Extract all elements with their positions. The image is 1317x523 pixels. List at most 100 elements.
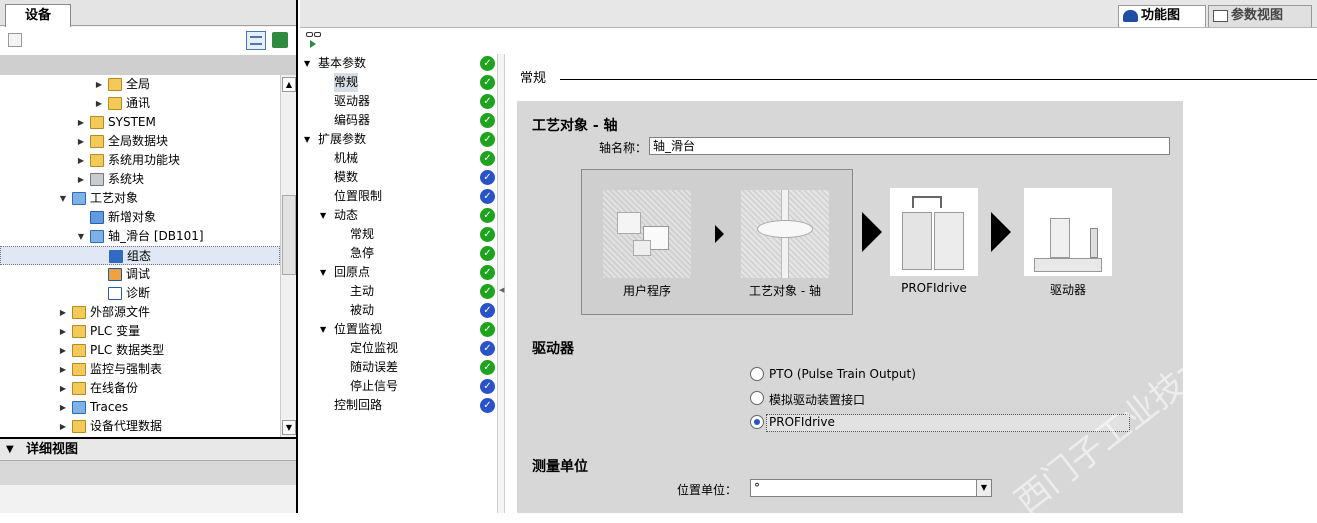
nav-item[interactable]: ▼ 位置监视 ✓	[300, 320, 496, 339]
tree-item[interactable]: ▶ 在线备份	[0, 379, 280, 398]
tree-item[interactable]: 新增对象	[0, 208, 280, 227]
nav-item-label: 回原点	[334, 265, 371, 279]
tree-item[interactable]: ▼ 轴_滑台 [DB101]	[0, 227, 280, 246]
drive-option-profidrive-label[interactable]: PROFIdrive	[769, 415, 835, 429]
tab-function-view[interactable]: 功能图	[1118, 5, 1206, 27]
folder-icon	[90, 154, 104, 167]
expand-arrow-icon[interactable]: ▶	[76, 132, 86, 151]
nav-item[interactable]: 位置限制 ✓	[300, 187, 496, 206]
collapse-arrow-icon[interactable]: ▼	[320, 206, 326, 225]
tree-item[interactable]: ▶ 系统块	[0, 170, 280, 189]
tree-scrollbar[interactable]: ▲ ▼	[280, 75, 296, 437]
scroll-down-icon[interactable]: ▼	[282, 420, 296, 435]
chevron-down-icon[interactable]: ▼	[976, 480, 991, 496]
expand-arrow-icon[interactable]: ▶	[58, 398, 68, 417]
tree-item[interactable]: ▶ PLC 变量	[0, 322, 280, 341]
nav-item[interactable]: 随动误差 ✓	[300, 358, 496, 377]
splitter-arrow-icon[interactable]: ◀	[499, 286, 504, 294]
function-view-icon	[1123, 10, 1138, 22]
expand-arrow-icon[interactable]: ▶	[58, 379, 68, 398]
folder-icon	[72, 382, 86, 395]
nav-item-label: 主动	[350, 284, 375, 298]
nav-item[interactable]: ▼ 扩展参数 ✓	[300, 130, 496, 149]
collapse-arrow-icon[interactable]: ▼	[304, 54, 310, 73]
expand-arrow-icon[interactable]: ▶	[76, 151, 86, 170]
collapse-icon[interactable]: ▼	[6, 439, 14, 461]
tree-item[interactable]: ▶ 全局数据块	[0, 132, 280, 151]
nav-item[interactable]: ▼ 动态 ✓	[300, 206, 496, 225]
tree-item-label: 新增对象	[108, 210, 157, 224]
tree-item[interactable]: ▶ SYSTEM	[0, 113, 280, 132]
nav-item[interactable]: 模数 ✓	[300, 168, 496, 187]
tree-item-label: 调试	[126, 267, 151, 281]
nav-item[interactable]: 常规 ✓	[300, 73, 496, 92]
status-ok-icon: ✓	[480, 94, 495, 109]
nav-item[interactable]: 被动 ✓	[300, 301, 496, 320]
collapse-arrow-icon[interactable]: ▼	[320, 320, 326, 339]
drive-option-pto-label[interactable]: PTO (Pulse Train Output)	[769, 367, 916, 381]
tree-item[interactable]: ▶ 通讯	[0, 94, 280, 113]
position-unit-select[interactable]: ° ▼	[750, 479, 992, 497]
tree-item[interactable]: ▶ Traces	[0, 398, 280, 417]
nav-item[interactable]: 急停 ✓	[300, 244, 496, 263]
tree-item[interactable]: 调试	[0, 265, 280, 284]
tree-item[interactable]: ▶ PLC 数据类型	[0, 341, 280, 360]
compare-icon[interactable]	[306, 32, 322, 48]
tree-item-label: 组态	[127, 249, 152, 263]
expand-arrow-icon[interactable]: ▶	[76, 170, 86, 189]
expand-arrow-icon[interactable]: ▶	[76, 113, 86, 132]
detail-view-header[interactable]: ▼ 详细视图	[0, 439, 296, 461]
folder-icon	[90, 116, 104, 129]
nav-item[interactable]: 机械 ✓	[300, 149, 496, 168]
tree-item-label: 监控与强制表	[90, 362, 163, 376]
collapse-arrow-icon[interactable]: ▼	[320, 263, 326, 282]
nav-item[interactable]: 主动 ✓	[300, 282, 496, 301]
expand-arrow-icon[interactable]: ▶	[58, 322, 68, 341]
expand-arrow-icon[interactable]: ▶	[58, 360, 68, 379]
drive-option-pto[interactable]	[750, 367, 764, 381]
expand-arrow-icon[interactable]: ▶	[94, 75, 104, 94]
tab-devices[interactable]: 设备	[5, 4, 71, 27]
drive-option-analog-label[interactable]: 模拟驱动装置接口	[769, 391, 865, 408]
detail-view-body	[0, 461, 296, 485]
editor-tab-bar: 功能图 参数视图	[300, 0, 1317, 28]
status-info-icon: ✓	[480, 170, 495, 185]
collapse-arrow-icon[interactable]: ▼	[76, 227, 86, 246]
expand-arrow-icon[interactable]: ▶	[94, 94, 104, 113]
overview-icon[interactable]	[246, 31, 266, 50]
collapse-arrow-icon[interactable]: ▼	[58, 189, 68, 208]
tree-item[interactable]: ▶ 系统用功能块	[0, 151, 280, 170]
tree-item[interactable]: ▶ 设备代理数据	[0, 417, 280, 436]
nav-item[interactable]: ▼ 基本参数 ✓	[300, 54, 496, 73]
nav-item[interactable]: 停止信号 ✓	[300, 377, 496, 396]
nav-item[interactable]: 驱动器 ✓	[300, 92, 496, 111]
tab-parameter-view[interactable]: 参数视图	[1208, 5, 1312, 27]
expand-arrow-icon[interactable]: ▶	[58, 341, 68, 360]
nav-item[interactable]: ▼ 回原点 ✓	[300, 263, 496, 282]
tree-item[interactable]: 诊断	[0, 284, 280, 303]
profidrive-image	[890, 188, 978, 276]
scroll-thumb[interactable]	[282, 195, 296, 275]
tree-item[interactable]: ▼ 工艺对象	[0, 189, 280, 208]
axis-name-field[interactable]: 轴_滑台	[649, 137, 1170, 155]
nav-item[interactable]: 常规 ✓	[300, 225, 496, 244]
nav-item[interactable]: 定位监视 ✓	[300, 339, 496, 358]
expand-arrow-icon[interactable]: ▶	[58, 303, 68, 322]
nav-item[interactable]: 控制回路 ✓	[300, 396, 496, 415]
collapse-arrow-icon[interactable]: ▼	[304, 130, 310, 149]
expand-arrow-icon[interactable]: ▶	[58, 417, 68, 436]
drive-option-analog[interactable]	[750, 391, 764, 405]
nav-item[interactable]: 编码器 ✓	[300, 111, 496, 130]
drive-option-profidrive[interactable]	[750, 415, 764, 429]
new-item-icon[interactable]	[8, 33, 22, 47]
system-block-icon	[90, 173, 104, 186]
tree-item[interactable]: ▶ 监控与强制表	[0, 360, 280, 379]
nav-item-label: 机械	[334, 151, 359, 165]
tree-item[interactable]: ▶ 外部源文件	[0, 303, 280, 322]
add-device-icon[interactable]	[272, 32, 288, 48]
technology-object-icon	[72, 192, 86, 205]
tree-item[interactable]: 组态	[0, 246, 280, 265]
scroll-up-icon[interactable]: ▲	[282, 77, 296, 92]
tree-item[interactable]: ▶ 全局	[0, 75, 280, 94]
splitter[interactable]: ◀	[497, 54, 505, 513]
